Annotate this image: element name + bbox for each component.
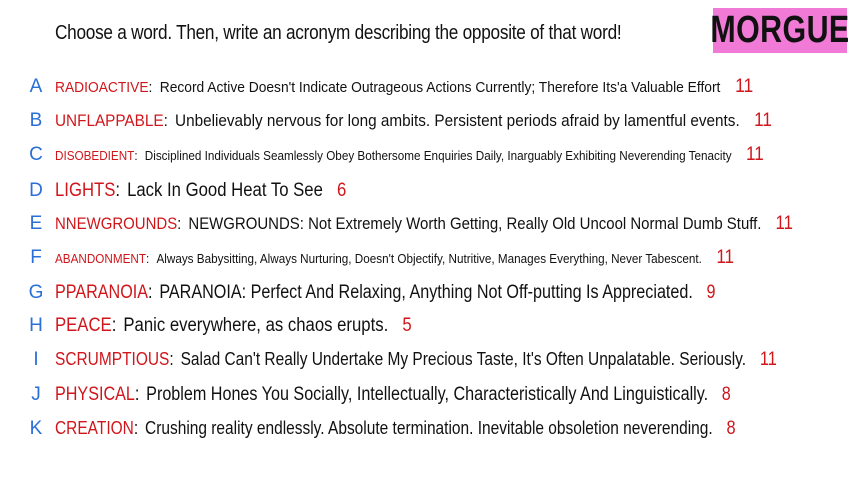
entry-word: PEACE (55, 315, 112, 336)
entry-count: 11 (716, 247, 735, 268)
entry-colon: : (134, 148, 138, 163)
entry-content: LIGHTS: Lack In Good Heat To See 6 (55, 180, 346, 202)
entry-acronym: Always Babysitting, Always Nurturing, Do… (156, 251, 702, 266)
entry-count: 8 (721, 384, 731, 405)
entry-content: RADIOACTIVE: Record Active Doesn't Indica… (55, 76, 753, 98)
entry-acronym: PARANOIA: Perfect And Relaxing, Anything… (159, 282, 693, 303)
entry-colon: : (146, 251, 150, 266)
entry-content: PEACE: Panic everywhere, as chaos erupts.… (55, 315, 412, 337)
entry-letter: K (29, 418, 43, 439)
entry-colon: : (111, 315, 117, 336)
entry-acronym: Record Active Doesn't Indicate Outrageou… (159, 79, 721, 96)
entry-word: NNEWGROUNDS (55, 214, 178, 233)
entry-letter: H (29, 315, 43, 336)
entry-colon: : (148, 79, 153, 96)
badge-label: MORGUE (710, 9, 850, 51)
entry-letter: F (30, 247, 42, 268)
entry-content: ABANDONMENT: Always Babysitting, Always N… (55, 247, 734, 269)
entry-acronym: Problem Hones You Socially, Intellectual… (146, 384, 709, 405)
entry-letter: J (31, 384, 41, 405)
entry-count: 6 (336, 180, 347, 201)
entry-count: 11 (735, 76, 754, 97)
entry-content: NNEWGROUNDS: NEWGROUNDS: Not Extremely Wo… (55, 213, 793, 235)
entry-content: SCRUMPTIOUS: Salad Can't Really Undertake… (55, 349, 777, 371)
entry-letter: G (28, 282, 44, 303)
entry-letter: E (29, 213, 43, 234)
entry-colon: : (133, 418, 139, 438)
entry-word: DISOBEDIENT (55, 148, 135, 163)
entry-colon: : (169, 349, 174, 369)
entry-letter: C (29, 144, 43, 165)
entry-colon: : (177, 214, 182, 233)
entry-colon: : (134, 384, 140, 405)
entry-count: 9 (706, 282, 716, 303)
entry-count: 11 (759, 349, 777, 370)
entry-word: CREATION (55, 418, 134, 438)
entry-count: 8 (726, 418, 736, 439)
entry-letter: B (29, 110, 43, 131)
entry-letter: A (29, 76, 43, 97)
entry-count: 11 (775, 213, 793, 234)
entry-content: CREATION: Crushing reality endlessly. Abs… (55, 418, 736, 440)
entry-content: UNFLAPPABLE: Unbelievably nervous for lon… (55, 110, 772, 132)
morgue-badge: MORGUE (710, 8, 850, 53)
entry-colon: : (148, 282, 153, 303)
entry-count: 11 (746, 144, 764, 165)
entry-count: 5 (402, 315, 412, 336)
entry-acronym: NEWGROUNDS: Not Extremely Worth Getting,… (188, 214, 762, 233)
entry-word: RADIOACTIVE (55, 79, 149, 96)
entry-colon: : (163, 111, 168, 130)
entry-acronym: Salad Can't Really Undertake My Precious… (180, 349, 747, 369)
entry-word: UNFLAPPABLE (55, 111, 164, 130)
entry-count: 11 (754, 110, 772, 131)
entry-letter: I (33, 349, 39, 370)
entry-acronym: Panic everywhere, as chaos erupts. (123, 315, 389, 336)
entry-word: SCRUMPTIOUS (55, 349, 170, 369)
entry-content: PPARANOIA: PARANOIA: Perfect And Relaxing… (55, 282, 715, 304)
entry-word: LIGHTS (55, 180, 116, 201)
entry-colon: : (115, 180, 121, 201)
entry-content: PHYSICAL: Problem Hones You Socially, Int… (55, 384, 731, 406)
entry-word: PHYSICAL (55, 384, 135, 405)
entry-acronym: Unbelievably nervous for long ambits. Pe… (175, 111, 740, 130)
entry-content: DISOBEDIENT: Disciplined Individuals Seam… (55, 144, 764, 166)
entry-word: ABANDONMENT (55, 251, 147, 266)
prompt-text: Choose a word. Then, write an acronym de… (55, 22, 622, 44)
entry-acronym: Crushing reality endlessly. Absolute ter… (145, 418, 713, 438)
entry-letter: D (29, 180, 43, 201)
entry-acronym: Lack In Good Heat To See (127, 180, 323, 201)
entry-acronym: Disciplined Individuals Seamlessly Obey … (144, 148, 732, 163)
entry-word: PPARANOIA (55, 282, 149, 303)
